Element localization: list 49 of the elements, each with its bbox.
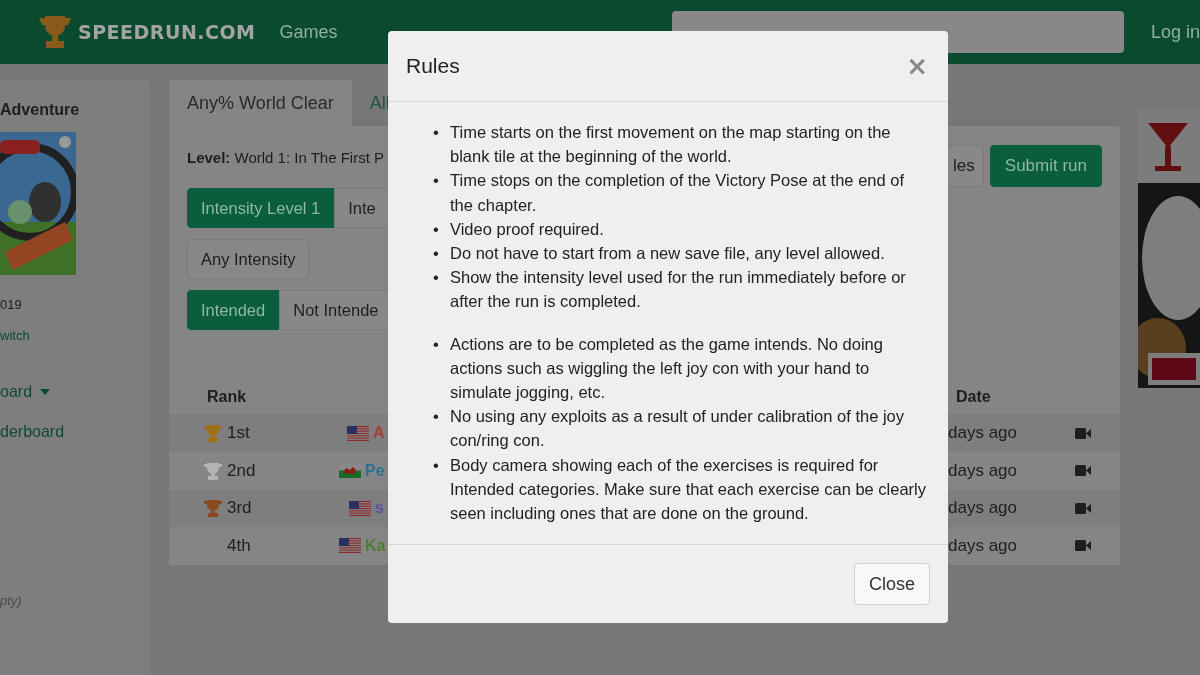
rank-cell: 3rd xyxy=(227,498,252,519)
bullet-mark: • xyxy=(433,122,440,143)
bullet-mark: • xyxy=(433,218,440,240)
submit-button[interactable]: Submit run xyxy=(989,145,1102,187)
rule-item: Time starts on the first movement on the map starting on the blank tile at the beginning of the world. xyxy=(450,122,892,168)
date-cell: days ago xyxy=(948,460,1017,481)
video-icon[interactable] xyxy=(1075,465,1091,477)
rank-cell: 4th xyxy=(227,536,251,556)
bullet-mark: • xyxy=(433,243,440,264)
close-button[interactable]: × xyxy=(904,51,930,81)
filter-button[interactable]: Inte xyxy=(334,188,390,228)
rule-item: Show the intensity level used for the run immediately before or after the run is completed. xyxy=(450,267,907,313)
category-tab[interactable]: Any% World Clear xyxy=(169,80,352,126)
level-label: Level: World 1: In The First P xyxy=(187,149,385,168)
video-icon[interactable] xyxy=(1075,540,1091,552)
rule-item: Video proof required. xyxy=(450,218,604,240)
login-link[interactable]: Log in xyxy=(1150,21,1200,43)
rule-item: No using any exploits as a result of under calibration of the joy con/ring con. xyxy=(450,406,905,452)
rule-item: Time stops on the completion of the Victory Pose at the end of the chapter. xyxy=(450,170,905,216)
filter-button[interactable]: Intended xyxy=(187,290,280,330)
column-header: Date xyxy=(955,388,992,406)
filter-button[interactable]: Any Intensity xyxy=(187,239,310,279)
close-button[interactable]: Close xyxy=(853,563,930,605)
rule-item: Actions are to be completed as the game intends. No doing actions such as wiggling the left joy con with your hand to simulate jogging, etc. xyxy=(450,333,884,404)
date-cell: days ago xyxy=(948,536,1017,556)
video-icon[interactable] xyxy=(1075,427,1091,439)
sidebar-link[interactable]: oard xyxy=(0,383,51,401)
sidebar-link[interactable]: derboard xyxy=(0,423,65,441)
rank-cell: 2nd xyxy=(227,460,256,481)
rule-item: Do not have to start from a new save file, any level allowed. xyxy=(450,243,885,264)
rule-item: Body camera showing each of the exercises is required for Intended categories. Make sure that each exercise can be clearly seen including ones that are done on the ground. xyxy=(450,454,928,525)
nav-link[interactable]: Games xyxy=(279,21,338,43)
bullet-mark: • xyxy=(433,333,440,355)
filter-button[interactable]: Intensity Level 1 xyxy=(187,188,335,228)
game-title: Adventure xyxy=(0,101,80,119)
dialog-title: Rules xyxy=(406,54,460,78)
site-logo[interactable]: SPEEDRUN.COM xyxy=(78,21,256,43)
release-date: 019 xyxy=(0,297,22,312)
column-header: Rank xyxy=(206,388,248,406)
bullet-mark: • xyxy=(433,267,440,289)
bullet-mark: • xyxy=(433,406,440,428)
bullet-mark: • xyxy=(433,454,440,476)
platform-link[interactable]: witch xyxy=(0,328,30,343)
bullet-mark: • xyxy=(433,170,440,192)
rank-cell: 1st xyxy=(227,423,250,443)
date-cell: days ago xyxy=(948,423,1017,443)
date-cell: days ago xyxy=(948,498,1017,519)
video-icon[interactable] xyxy=(1075,502,1091,514)
trophy-icon xyxy=(38,14,72,50)
